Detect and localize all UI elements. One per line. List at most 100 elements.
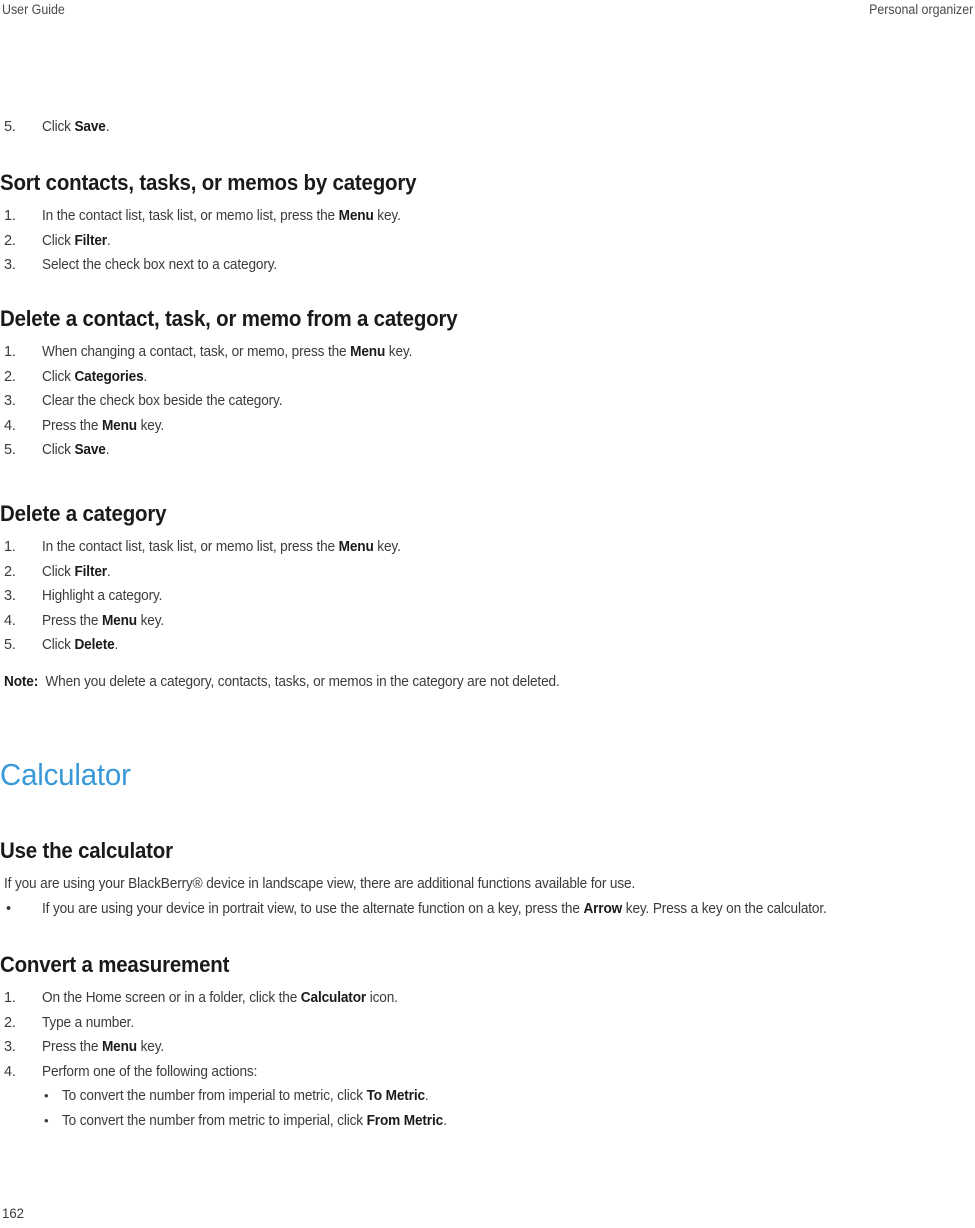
use-calculator-bullets: • If you are using your device in portrai… (0, 897, 877, 922)
bullet-text-after: . (424, 1088, 429, 1104)
step-text-after: key. (385, 344, 413, 360)
delete-from-category-steps-list: 1. When changing a contact, task, or memo… (0, 340, 492, 463)
section-convert-measurement: Convert a measurement 1. On the Home scre… (0, 952, 471, 1133)
bullet-text: To convert the number from imperial to m… (62, 1084, 429, 1109)
section-use-calculator: Use the calculator If you are using your… (0, 838, 877, 921)
step-text-bold: Delete (74, 637, 115, 653)
sort-steps-list: 1. In the contact list, task list, or mem… (0, 204, 448, 278)
step-text: Click Filter. (42, 229, 111, 254)
step-text: Click Delete. (42, 633, 118, 658)
step-text-before: On the Home screen or in a folder, click… (42, 990, 301, 1006)
step-text: Highlight a category. (42, 584, 162, 609)
step-text-before: In the contact list, task list, or memo … (42, 208, 339, 224)
step-text-before: Highlight a category. (42, 588, 163, 604)
bullet-text-after: . (443, 1112, 447, 1129)
step-text-bold: Menu (101, 1039, 137, 1055)
step-text-bold: Menu (101, 612, 137, 629)
bullet-marker-icon: • (44, 1088, 49, 1103)
note-body: When you delete a category, contacts, ta… (45, 674, 560, 690)
running-header: User Guide Personal organizer (0, 0, 975, 22)
step-number: 2. (4, 563, 16, 580)
step-text: In the contact list, task list, or memo … (42, 204, 401, 229)
bullet-text-bold: From Metric (366, 1112, 444, 1129)
step-number: 5. (4, 119, 16, 135)
list-item: • To convert the number from imperial to … (0, 1084, 471, 1109)
step-number: 5. (4, 442, 16, 458)
step-text-after: . (143, 368, 148, 385)
convert-sub-bullets: • To convert the number from imperial to … (0, 1084, 471, 1133)
step-text-before: Press the (42, 612, 102, 629)
chapter-title: Calculator (0, 757, 131, 792)
note-callout: Note: When you delete a category, contac… (4, 670, 595, 695)
step-number: 3. (4, 257, 16, 273)
step-text-after: key. (136, 612, 165, 629)
step-text-before: When changing a contact, task, or memo, … (42, 344, 351, 360)
orphan-step-list: 5. Click Save. (0, 115, 114, 140)
step-text: Type a number. (42, 1011, 134, 1036)
list-item: 1. In the contact list, task list, or mem… (0, 535, 424, 560)
step-text-before: Click (42, 637, 75, 653)
step-number: 1. (4, 539, 16, 555)
step-text-after: . (106, 563, 111, 580)
bullet-text-before: To convert the number from metric to imp… (62, 1112, 367, 1129)
list-item: 2. Type a number. (0, 1011, 471, 1036)
section-sort-contacts: Sort contacts, tasks, or memos by catego… (0, 170, 448, 278)
list-item: • If you are using your device in portrai… (0, 897, 877, 922)
list-item: 4. Perform one of the following actions: (0, 1060, 471, 1085)
bullet-text-before: If you are using your device in portrait… (42, 900, 584, 917)
bullet-text-before: To convert the number from imperial to m… (62, 1088, 367, 1104)
step-text: Select the check box next to a category. (42, 253, 277, 278)
step-text-bold: Menu (338, 539, 374, 555)
step-number: 4. (4, 612, 16, 629)
step-text-after: . (105, 119, 110, 135)
step-text-before: Perform one of the following actions: (42, 1063, 258, 1080)
delete-category-steps-list: 1. In the contact list, task list, or mem… (0, 535, 424, 658)
step-text-after: . (105, 442, 110, 458)
step-text-before: Type a number. (42, 1014, 134, 1031)
step-text-after: key. (136, 417, 165, 434)
step-text-before: Press the (42, 417, 102, 434)
section-heading: Delete a contact, task, or memo from a c… (0, 306, 458, 331)
step-number: 5. (4, 637, 16, 653)
section-heading: Use the calculator (0, 838, 173, 863)
header-right-text: Personal organizer (868, 2, 973, 17)
list-item: 5. Click Save. (0, 115, 114, 140)
step-number: 1. (4, 344, 16, 360)
step-text: When changing a contact, task, or memo, … (42, 340, 412, 365)
list-item: 3. Press the Menu key. (0, 1035, 471, 1060)
convert-steps-list: 1. On the Home screen or in a folder, cli… (0, 986, 471, 1084)
step-text-before: Click (42, 119, 75, 135)
orphan-step-block: 5. Click Save. (0, 115, 114, 140)
list-item: 1. On the Home screen or in a folder, cli… (0, 986, 471, 1011)
bullet-text-bold: To Metric (366, 1088, 425, 1104)
list-item: 3. Select the check box next to a categor… (0, 253, 448, 278)
step-text: Press the Menu key. (42, 609, 164, 634)
section-heading: Delete a category (0, 501, 167, 526)
page-number-footer: 162 (2, 1205, 24, 1221)
chapter-calculator: Calculator (0, 758, 138, 792)
bullet-text-after: key. Press a key on the calculator. (622, 900, 827, 917)
list-item: • To convert the number from metric to im… (0, 1109, 471, 1134)
step-text-before: In the contact list, task list, or memo … (42, 539, 339, 555)
step-text-bold: Categories (74, 368, 144, 385)
list-item: 2. Click Filter. (0, 229, 448, 254)
step-number: 2. (4, 232, 16, 249)
step-text-after: icon. (366, 990, 398, 1006)
step-number: 2. (4, 368, 16, 385)
note-label: Note: (4, 674, 39, 690)
list-item: 4. Press the Menu key. (0, 609, 424, 634)
step-text-before: Select the check box next to a category. (42, 257, 278, 273)
bullet-marker-icon: • (44, 1112, 49, 1128)
list-item: 1. When changing a contact, task, or memo… (0, 340, 492, 365)
step-text-before: Click (42, 232, 75, 249)
section-delete-category: Delete a category 1. In the contact list,… (0, 501, 424, 658)
list-item: 4. Press the Menu key. (0, 414, 492, 439)
step-text-before: Clear the check box beside the category. (42, 393, 283, 409)
step-text: Click Categories. (42, 365, 147, 390)
section-heading: Sort contacts, tasks, or memos by catego… (0, 170, 417, 195)
step-text: In the contact list, task list, or memo … (42, 535, 401, 560)
step-number: 4. (4, 417, 16, 434)
step-text: Clear the check box beside the category. (42, 389, 282, 414)
bullet-text: To convert the number from metric to imp… (62, 1109, 447, 1134)
header-left-text: User Guide (2, 2, 65, 17)
